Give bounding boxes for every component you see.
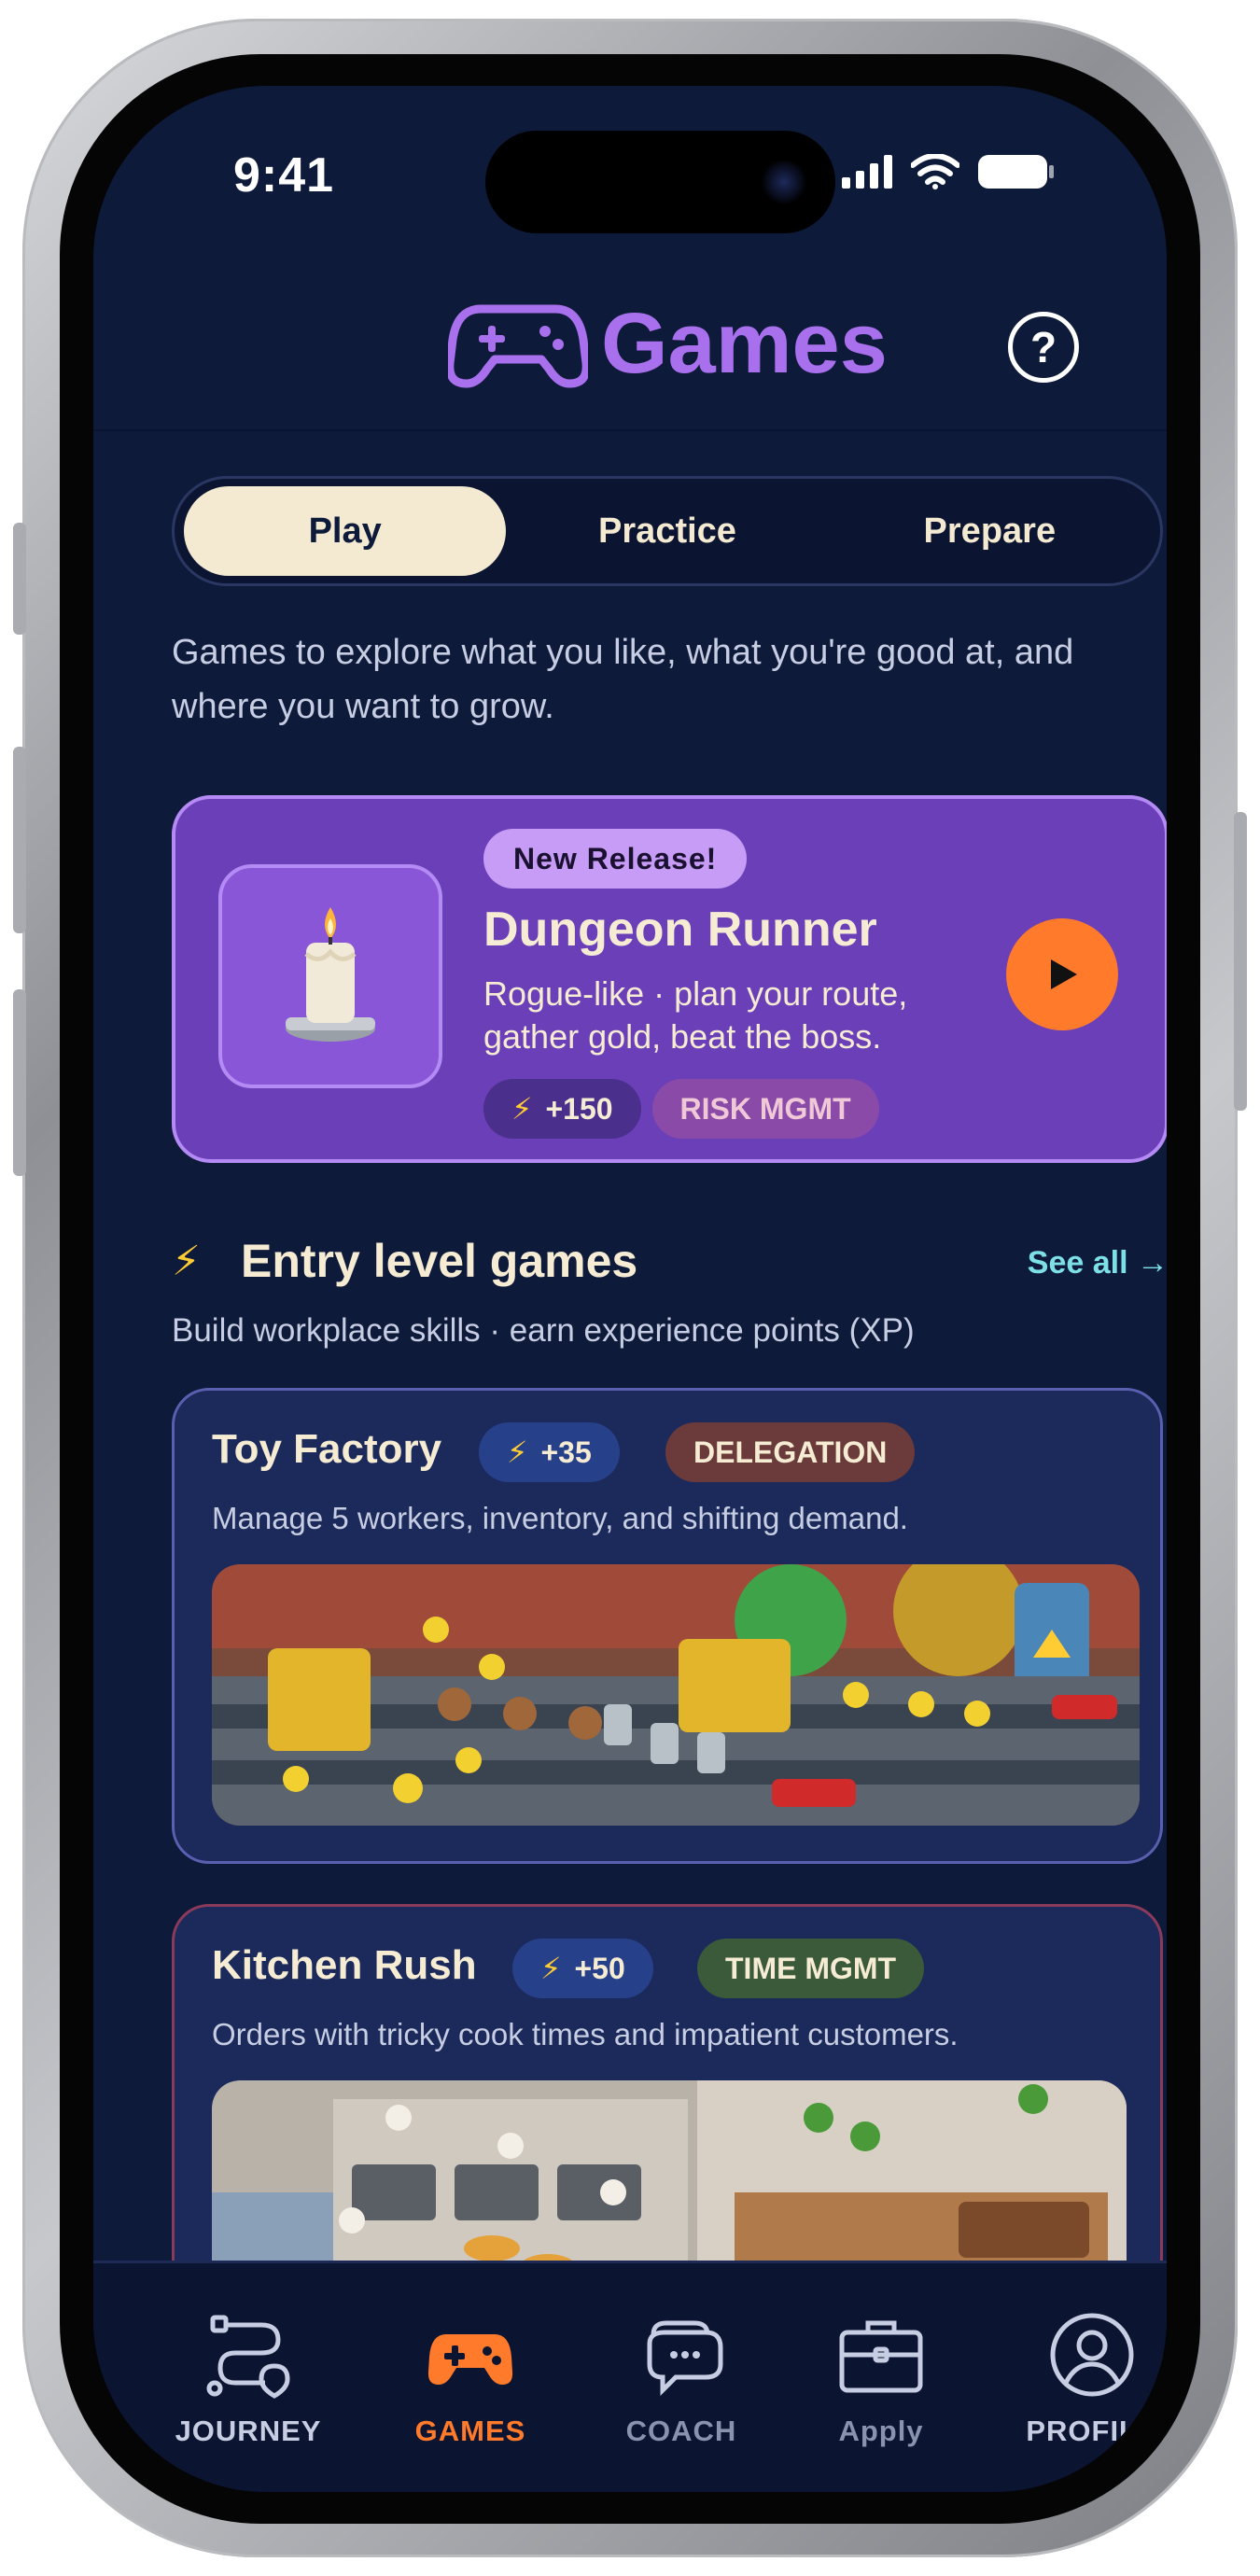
skill-badge: RISK MGMT	[651, 1079, 879, 1139]
lightning-icon: ⚡	[507, 1435, 528, 1469]
bottom-nav: JOURNEY GAMES COACH Apply PROFILE	[93, 2261, 1167, 2492]
screen: 9:41 Games ? Play Practice Prepare Games…	[93, 86, 1167, 2492]
nav-label: Apply	[838, 2415, 924, 2447]
page-title: Games	[601, 296, 888, 391]
play-icon	[1051, 959, 1077, 989]
question-circle-icon: ?	[1029, 323, 1057, 371]
help-button[interactable]: ?	[1008, 312, 1079, 383]
tab-prepare[interactable]: Prepare	[829, 486, 1151, 576]
app-header: Games ?	[93, 273, 1167, 431]
featured-game-description: Rogue-like · plan your route, gather gol…	[483, 974, 908, 1056]
featured-game-title: Dungeon Runner	[483, 903, 877, 957]
status-time: 9:41	[233, 148, 335, 203]
nav-coach[interactable]: COACH	[588, 2310, 775, 2448]
briefcase-icon	[839, 2320, 923, 2393]
nav-games[interactable]: GAMES	[377, 2310, 564, 2448]
lightning-icon: ⚡	[511, 1092, 533, 1126]
see-all-link[interactable]: See all →	[1028, 1245, 1167, 1281]
wifi-icon	[911, 154, 959, 189]
new-release-badge: New Release!	[483, 829, 748, 889]
nav-journey[interactable]: JOURNEY	[155, 2310, 342, 2448]
featured-thumbnail	[218, 864, 442, 1088]
power-button	[1234, 812, 1247, 1111]
chat-bubbles-icon	[647, 2320, 723, 2397]
xp-value: +35	[540, 1435, 592, 1469]
xp-badge: ⚡ +35	[479, 1422, 620, 1482]
xp-badge: ⚡ +150	[483, 1079, 641, 1139]
skill-badge: DELEGATION	[665, 1422, 916, 1482]
intro-text: Games to explore what you like, what you…	[172, 633, 1074, 726]
gamepad-icon	[448, 304, 588, 387]
candle-icon	[286, 907, 375, 1042]
entry-section-header: ⚡ Entry level games See all →	[172, 1225, 1167, 1299]
mode-tabs: Play Practice Prepare	[172, 476, 1163, 586]
bezel: 9:41 Games ? Play Practice Prepare Games…	[60, 54, 1200, 2524]
game-description: Manage 5 workers, inventory, and shiftin…	[212, 1501, 908, 1535]
section-subtitle: Build workplace skills · earn experience…	[172, 1312, 915, 1349]
nav-label: COACH	[625, 2415, 737, 2447]
section-title: Entry level games	[241, 1235, 638, 1287]
volume-down-button	[13, 989, 26, 1176]
toy-factory-illustration	[212, 1564, 1140, 1826]
phone-frame: 9:41 Games ? Play Practice Prepare Games…	[13, 19, 1247, 2557]
game-description: Orders with tricky cook times and impati…	[212, 2017, 959, 2051]
tab-practice[interactable]: Practice	[506, 486, 828, 576]
route-icon	[206, 2315, 290, 2399]
action-button	[13, 523, 26, 635]
gamepad-icon	[427, 2334, 513, 2385]
xp-value: +150	[545, 1091, 613, 1126]
nav-profile[interactable]: PROFILE	[999, 2310, 1167, 2448]
lightning-icon: ⚡	[540, 1952, 562, 1985]
game-title: Kitchen Rush	[212, 1942, 477, 1988]
nav-apply[interactable]: Apply	[788, 2310, 974, 2448]
status-bar: 9:41	[93, 86, 1167, 233]
game-card-toy-factory[interactable]: Toy Factory ⚡ +35 DELEGATION Manage 5 wo…	[172, 1388, 1163, 1864]
user-circle-icon	[1050, 2313, 1134, 2397]
camera	[761, 159, 807, 205]
nav-label: PROFILE	[1026, 2415, 1158, 2447]
tab-play[interactable]: Play	[184, 486, 507, 576]
volume-up-button	[13, 747, 26, 933]
game-title: Toy Factory	[212, 1426, 442, 1472]
status-icons	[842, 153, 1055, 190]
dynamic-island	[485, 131, 835, 233]
skill-badge: TIME MGMT	[697, 1939, 925, 1998]
xp-value: +50	[574, 1951, 625, 1985]
xp-badge: ⚡ +50	[512, 1939, 653, 1998]
play-button[interactable]	[1006, 918, 1118, 1030]
featured-game-card[interactable]: New Release! Dungeon Runner Rogue-like ·…	[172, 795, 1167, 1163]
nav-label: JOURNEY	[175, 2415, 322, 2447]
nav-label: GAMES	[414, 2415, 526, 2447]
page-title-group: Games	[448, 295, 888, 393]
battery-icon	[978, 155, 1054, 189]
featured-chips: ⚡ +150 RISK MGMT	[483, 1079, 879, 1139]
cellular-signal-icon	[842, 155, 892, 189]
lightning-icon: ⚡	[172, 1239, 201, 1284]
